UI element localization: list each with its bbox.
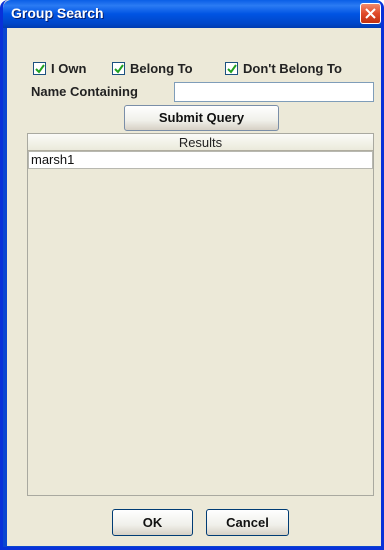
name-containing-input[interactable] — [174, 82, 374, 102]
window-title: Group Search — [11, 5, 104, 21]
ok-button[interactable]: OK — [112, 509, 193, 536]
checkbox-label: Belong To — [130, 60, 193, 76]
checkbox-box[interactable] — [112, 61, 125, 75]
close-button[interactable] — [360, 3, 381, 24]
checkbox-dont-belong-to[interactable]: Don't Belong To — [225, 60, 342, 76]
window-frame-left — [3, 28, 7, 547]
checkbox-box[interactable] — [33, 61, 46, 75]
check-icon — [35, 63, 45, 74]
close-icon — [365, 8, 376, 19]
group-search-dialog: Group Search I Own Belong To Don't Belon… — [0, 0, 384, 550]
title-bar[interactable]: Group Search — [3, 0, 381, 28]
window-frame-bottom — [3, 546, 381, 547]
checkbox-label: Don't Belong To — [243, 60, 342, 76]
checkbox-box[interactable] — [225, 61, 238, 75]
table-row[interactable]: marsh1 — [28, 151, 373, 169]
checkbox-belong-to[interactable]: Belong To — [112, 60, 193, 76]
check-icon — [227, 63, 237, 74]
results-table[interactable]: Results marsh1 — [27, 133, 374, 496]
name-containing-label: Name Containing — [31, 84, 138, 99]
check-icon — [114, 63, 124, 74]
checkbox-i-own[interactable]: I Own — [33, 60, 86, 76]
checkbox-label: I Own — [51, 60, 87, 76]
results-column-header[interactable]: Results — [28, 134, 373, 151]
submit-query-button[interactable]: Submit Query — [124, 105, 279, 131]
cancel-button[interactable]: Cancel — [206, 509, 289, 536]
